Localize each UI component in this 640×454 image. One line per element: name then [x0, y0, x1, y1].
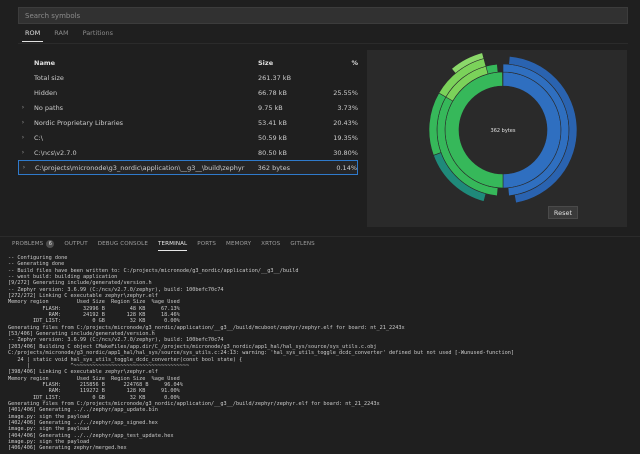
- row-size: 362 bytes: [257, 163, 290, 172]
- row-name-label: C:\projects\micronode\g3_nordic\applicat…: [35, 163, 245, 172]
- row-name-label: C:\: [34, 133, 43, 142]
- table-row[interactable]: › C:\ncs\v2.7.0 80.50 kB 30.80%: [18, 145, 358, 160]
- row-size: 66.78 kB: [258, 88, 287, 97]
- row-percent: 0.14%: [336, 163, 358, 172]
- row-size: 261.37 kB: [258, 73, 292, 82]
- panel-tab-output[interactable]: OUTPUT: [59, 237, 92, 251]
- row-percent: 25.55%: [333, 88, 358, 97]
- reset-button[interactable]: Reset: [548, 206, 578, 219]
- row-percent: 3.73%: [337, 103, 358, 112]
- panel-tab-memory[interactable]: MEMORY: [221, 237, 256, 251]
- chevron-right-icon[interactable]: ›: [18, 134, 28, 141]
- tab-partitions[interactable]: Partitions: [76, 28, 120, 42]
- column-size[interactable]: Size: [258, 59, 328, 67]
- table-row[interactable]: Hidden 66.78 kB 25.55%: [18, 85, 358, 100]
- sunburst-chart[interactable]: 362 bytes: [367, 50, 627, 227]
- panel-tab-label: XRTOS: [261, 240, 281, 247]
- sunburst-chart-panel: 362 bytes: [367, 50, 627, 227]
- chevron-right-icon[interactable]: ›: [19, 164, 29, 171]
- search-bar[interactable]: [18, 7, 628, 24]
- terminal-output[interactable]: -- Configuring done -- Generating done -- …: [8, 255, 636, 454]
- panel-tab-label: DEBUG CONSOLE: [97, 240, 149, 247]
- chevron-right-icon[interactable]: ›: [18, 104, 28, 111]
- row-name-label: C:\ncs\v2.7.0: [34, 148, 77, 157]
- panel-tab-xrtos[interactable]: XRTOS: [256, 237, 285, 251]
- tab-rom[interactable]: ROM: [18, 28, 47, 42]
- terminal-line: [406/406] Generating zephyr/merged.hex: [8, 445, 127, 452]
- row-name-label: Hidden: [34, 88, 58, 97]
- chevron-right-icon[interactable]: ›: [18, 149, 28, 156]
- row-name: › No paths: [18, 104, 258, 112]
- row-name: Total size: [18, 74, 258, 82]
- row-name-label: No paths: [34, 103, 64, 112]
- row-name: Hidden: [18, 89, 258, 97]
- row-percent: 30.80%: [333, 148, 358, 157]
- column-percent[interactable]: %: [328, 59, 358, 67]
- row-name: › C:\ncs\v2.7.0: [18, 149, 258, 157]
- panel-tab-label: OUTPUT: [64, 240, 88, 247]
- panel-tab-label: GITLENS: [290, 240, 315, 247]
- row-percent: 19.35%: [333, 133, 358, 142]
- table-row[interactable]: › Nordic Proprietary Libraries 53.41 kB 20.…: [18, 115, 358, 130]
- row-size: 9.75 kB: [258, 103, 283, 112]
- search-input[interactable]: [25, 11, 627, 20]
- table-row[interactable]: › C:\projects\micronode\g3_nordic\applica…: [18, 160, 358, 175]
- column-name[interactable]: Name: [18, 59, 258, 67]
- panel-tab-debug-console[interactable]: DEBUG CONSOLE: [93, 237, 153, 251]
- row-size: 53.41 kB: [258, 118, 287, 127]
- chart-center-label: 362 bytes: [491, 128, 516, 134]
- row-name: › Nordic Proprietary Libraries: [18, 119, 258, 127]
- row-name: › C:\: [18, 134, 258, 142]
- table-row[interactable]: Total size 261.37 kB: [18, 70, 358, 85]
- tab-divider: [18, 43, 628, 44]
- panel-tabs: PROBLEMS 6 OUTPUT DEBUG CONSOLE TERMINAL PORT…: [0, 236, 640, 251]
- row-name-label: Total size: [34, 73, 64, 82]
- chevron-right-icon[interactable]: ›: [18, 119, 28, 126]
- table-row[interactable]: › No paths 9.75 kB 3.73%: [18, 100, 358, 115]
- table-header: Name Size %: [18, 56, 358, 70]
- tab-ram[interactable]: RAM: [47, 28, 75, 42]
- panel-tab-ports[interactable]: PORTS: [192, 237, 221, 251]
- row-size: 80.50 kB: [258, 148, 287, 157]
- row-name: › C:\projects\micronode\g3_nordic\applica…: [19, 164, 258, 172]
- panel-tab-label: PORTS: [197, 240, 217, 247]
- problems-count-badge: 6: [46, 239, 55, 248]
- panel-tab-problems[interactable]: PROBLEMS 6: [7, 237, 59, 251]
- panel-tab-terminal[interactable]: TERMINAL: [153, 237, 192, 251]
- row-percent: 20.43%: [333, 118, 358, 127]
- panel-tab-label: PROBLEMS: [12, 240, 44, 247]
- row-size: 50.59 kB: [258, 133, 287, 142]
- panel-tab-gitlens[interactable]: GITLENS: [285, 237, 320, 251]
- view-tabs: ROM RAM Partitions: [18, 28, 120, 42]
- panel-tab-label: TERMINAL: [158, 240, 188, 247]
- table-row[interactable]: › C:\ 50.59 kB 19.35%: [18, 130, 358, 145]
- symbol-table: Name Size % Total size 261.37 kB Hidden 66.…: [18, 56, 358, 175]
- row-name-label: Nordic Proprietary Libraries: [34, 118, 124, 127]
- panel-tab-label: MEMORY: [226, 240, 252, 247]
